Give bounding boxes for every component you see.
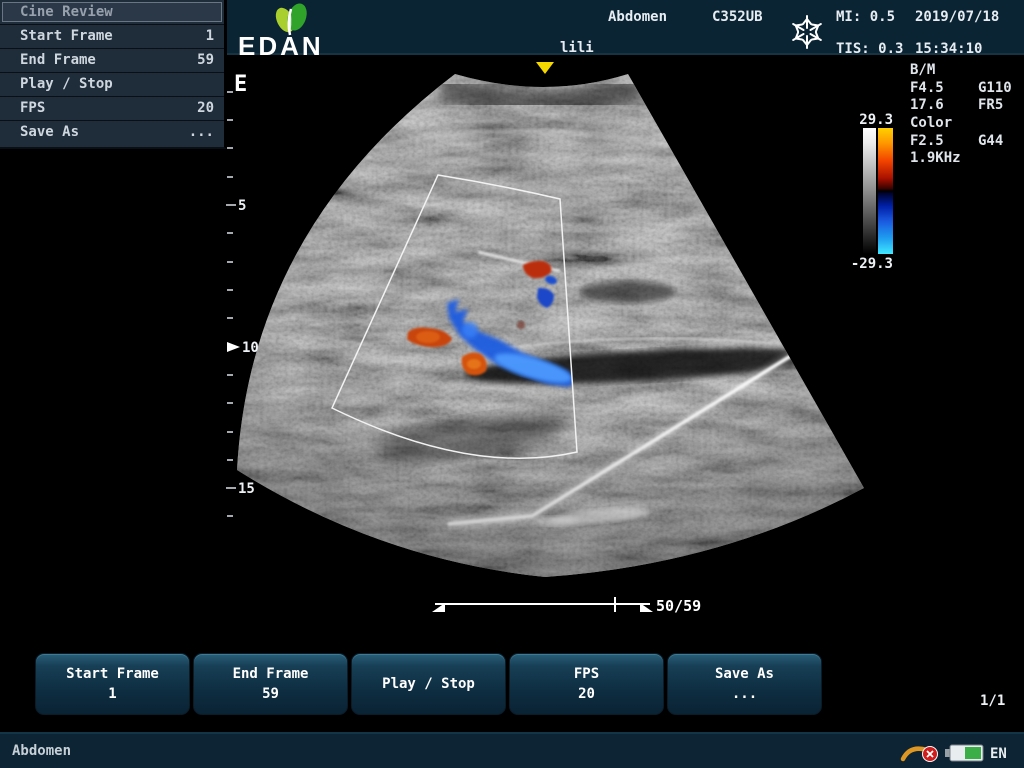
softkey-label: End Frame [233, 666, 309, 682]
depth-value: 17.6 [910, 97, 944, 113]
b-frequency: F4.5 [910, 80, 944, 96]
softkey-value: 59 [262, 687, 279, 702]
color-mode-label: Color [910, 115, 952, 131]
topbar-date: 2019/07/18 [915, 9, 999, 25]
battery-icon [945, 745, 983, 761]
topbar-mi-value: MI: 0.5 [836, 9, 895, 25]
softkey-value: 1 [108, 687, 116, 702]
menu-item-save-as[interactable]: Save As ... [0, 120, 224, 144]
menu-item-label: Play / Stop [20, 73, 113, 96]
softkey-fps[interactable]: FPS 20 [509, 653, 664, 715]
mode-label: B/M [910, 62, 935, 78]
menu-item-start-frame[interactable]: Start Frame 1 [0, 24, 224, 48]
softkey-value: ... [732, 687, 757, 702]
doppler-color-bar [878, 128, 893, 254]
brand-name: EDAN [238, 31, 324, 62]
menu-item-fps[interactable]: FPS 20 [0, 96, 224, 120]
depth-ruler [226, 92, 236, 516]
softkey-label: Save As [715, 666, 774, 682]
ultrasound-system-screen: EDAN Abdomen C352UB lili MI: 0.5 2019/07… [0, 0, 1024, 768]
softkey-label: FPS [574, 666, 599, 682]
softkey-play-stop[interactable]: Play / Stop [351, 653, 506, 715]
softkey-page-indicator: 1/1 [980, 693, 1005, 709]
topbar-exam-type: Abdomen [608, 9, 667, 25]
menu-item-value: ... [189, 121, 214, 144]
cine-frame-counter: 50/59 [656, 597, 701, 615]
grayscale-bar [863, 128, 876, 254]
orientation-letter-marker: E [234, 72, 247, 97]
softkey-end-frame[interactable]: End Frame 59 [193, 653, 348, 715]
topbar-tis-value: TIS: 0.3 [836, 41, 903, 57]
c-gain: G44 [978, 133, 1003, 149]
menu-item-end-frame[interactable]: End Frame 59 [0, 48, 224, 72]
depth-label-15: 15 [238, 481, 255, 497]
menu-item-value: 59 [197, 49, 214, 72]
menu-title: Cine Review [2, 2, 222, 22]
focus-marker-icon [227, 342, 240, 352]
topbar-time: 15:34:10 [915, 41, 982, 57]
velocity-scale-max: 29.3 [846, 112, 893, 128]
velocity-scale-min: -29.3 [841, 256, 893, 272]
color-doppler-flow [407, 261, 576, 389]
ultrasound-fan-image [225, 57, 885, 587]
menu-item-value: 1 [206, 25, 214, 48]
menu-item-label: End Frame [20, 49, 96, 72]
statusbar-exam-type: Abdomen [12, 743, 71, 759]
cine-review-menu: Cine Review Start Frame 1 End Frame 59 P… [0, 0, 227, 149]
softkey-label: Start Frame [66, 666, 159, 682]
menu-item-label: Start Frame [20, 25, 113, 48]
b-gain: G110 [978, 80, 1012, 96]
color-roi-box [332, 175, 577, 458]
depth-label-10: 10 [242, 340, 259, 356]
softkey-label: Play / Stop [382, 676, 475, 692]
probe-orientation-marker-icon [536, 62, 554, 74]
freeze-snowflake-icon [789, 13, 825, 51]
c-frequency: F2.5 [910, 133, 944, 149]
prf-value: 1.9KHz [910, 150, 961, 166]
status-bar: Abdomen EN [0, 732, 1024, 768]
menu-item-label: Save As [20, 121, 79, 144]
statusbar-icons: EN [898, 738, 1024, 768]
frame-rate: FR5 [978, 97, 1003, 113]
language-indicator[interactable]: EN [990, 746, 1007, 762]
softkey-save-as[interactable]: Save As ... [667, 653, 822, 715]
menu-item-label: FPS [20, 97, 45, 120]
cine-scrubber[interactable]: 50/59 [432, 597, 701, 615]
depth-label-5: 5 [238, 198, 246, 214]
softkey-start-frame[interactable]: Start Frame 1 [35, 653, 190, 715]
topbar-patient-name: lili [560, 40, 594, 56]
menu-item-value: 20 [197, 97, 214, 120]
menu-item-play-stop[interactable]: Play / Stop [0, 72, 224, 96]
softkey-value: 20 [578, 687, 595, 702]
topbar-probe-model: C352UB [712, 9, 763, 25]
